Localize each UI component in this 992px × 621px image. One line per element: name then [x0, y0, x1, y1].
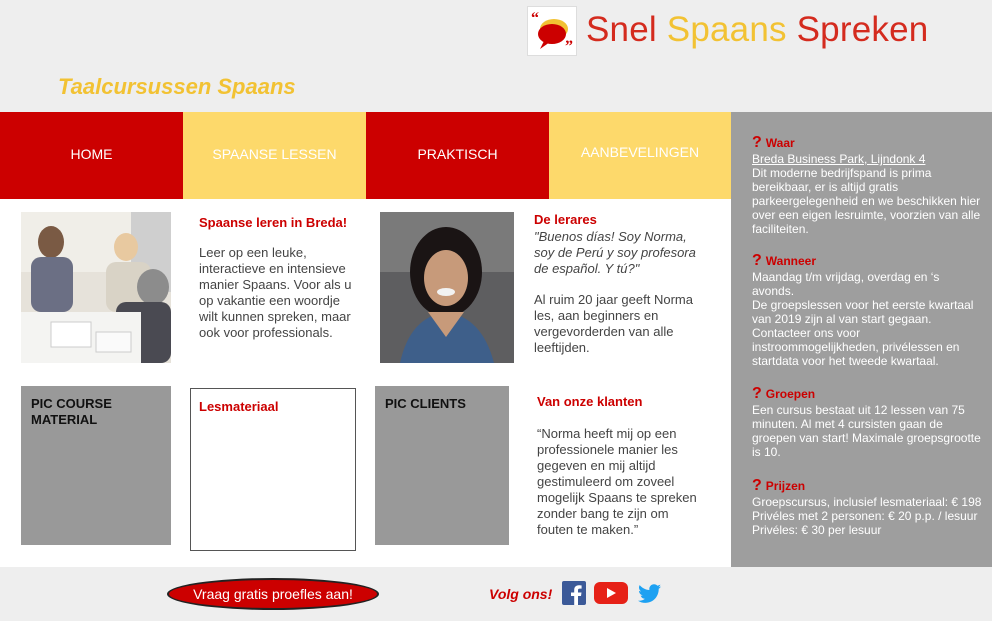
wanneer-section: ? Wanneer Maandag t/m vrijdag, overdag en…	[752, 252, 984, 369]
header: “ ” Snel Spaans Spreken Taalcursussen Sp…	[0, 0, 992, 112]
question-mark-icon: ?	[752, 252, 762, 269]
wanneer-text-1: Maandag t/m vrijdag, overdag en ‘s avond…	[752, 270, 940, 298]
waar-heading: ? Waar	[752, 134, 984, 151]
prijzen-text-1: Groepscursus, inclusief lesmateriaal: € …	[752, 495, 982, 509]
breda-text: Leer op een leuke, interactieve en inten…	[199, 245, 352, 340]
site-tagline: Taalcursussen Spaans	[58, 74, 296, 99]
facebook-icon[interactable]	[562, 581, 586, 605]
prijzen-text-3: Privéles: € 30 per lesuur	[752, 523, 882, 537]
follow-us-label: Volg ons!	[489, 586, 553, 602]
clients-title: Van onze klanten	[537, 394, 643, 409]
clients-placeholder: PIC CLIENTS	[375, 386, 509, 545]
youtube-icon[interactable]	[594, 581, 628, 605]
logo-speech-bubble-icon[interactable]: “ ”	[527, 6, 577, 56]
wanneer-heading: ? Wanneer	[752, 252, 984, 269]
nav-label: PRAKTISCH	[417, 146, 498, 162]
twitter-icon[interactable]	[638, 581, 662, 605]
teacher-title: De lerares	[534, 212, 597, 227]
nav-item-aanbevelingen[interactable]: AANBEVELINGEN	[549, 112, 731, 199]
classroom-photo	[21, 212, 171, 363]
teacher-quote: "Buenos días! Soy Norma, soy de Perú y s…	[534, 229, 696, 276]
main-nav: HOME SPAANSE LESSEN PRAKTISCH AANBEVELIN…	[0, 112, 731, 199]
lesmateriaal-box[interactable]: Lesmateriaal	[190, 388, 356, 551]
free-trial-button[interactable]: Vraag gratis proefles aan!	[167, 578, 379, 610]
waar-address-link[interactable]: Breda Business Park, Lijndonk 4	[752, 152, 984, 166]
svg-text:“: “	[531, 10, 539, 27]
question-mark-icon: ?	[752, 385, 762, 402]
footer: Vraag gratis proefles aan! Volg ons!	[0, 567, 992, 621]
logo-word-spreken: Spreken	[796, 10, 929, 49]
nav-label: AANBEVELINGEN	[580, 144, 700, 160]
question-mark-icon: ?	[752, 477, 762, 494]
waar-text: Dit moderne bedrijfspand is prima bereik…	[752, 166, 981, 236]
prijzen-title: Prijzen	[765, 479, 806, 493]
prijzen-text-2: Privéles met 2 personen: € 20 p.p. / les…	[752, 509, 978, 523]
logo-text[interactable]: Snel Spaans Spreken	[586, 10, 928, 50]
waar-section: ? Waar Breda Business Park, Lijndonk 4 Di…	[752, 134, 984, 237]
info-sidebar: ? Waar Breda Business Park, Lijndonk 4 Di…	[731, 112, 992, 567]
prijzen-heading: ? Prijzen	[752, 477, 984, 494]
breda-title: Spaanse leren in Breda!	[199, 215, 348, 230]
waar-title: Waar	[765, 136, 795, 150]
clients-quote: “Norma heeft mij op een professionele ma…	[537, 426, 697, 537]
wanneer-title: Wanneer	[765, 254, 817, 268]
wanneer-text-3: Contacteer ons voor instroommogelijkhede…	[752, 326, 960, 368]
teacher-text: Al ruim 20 jaar geeft Norma les, aan beg…	[534, 292, 693, 355]
nav-label: HOME	[70, 146, 113, 162]
lesmateriaal-title: Lesmateriaal	[199, 399, 279, 414]
main-content: Spaanse leren in Breda! Leer op een leuk…	[0, 199, 731, 567]
groepen-title: Groepen	[765, 387, 816, 401]
nav-item-praktisch[interactable]: PRAKTISCH	[366, 112, 549, 199]
groepen-section: ? Groepen Een cursus bestaat uit 12 lesse…	[752, 385, 984, 460]
nav-item-home[interactable]: HOME	[0, 112, 183, 199]
logo-word-spaans: Spaans	[666, 10, 787, 49]
wanneer-text-2: De groepslessen voor het eerste kwartaal…	[752, 298, 974, 326]
logo-word-snel: Snel	[586, 10, 657, 49]
groepen-heading: ? Groepen	[752, 385, 984, 402]
prijzen-section: ? Prijzen Groepscursus, inclusief lesmate…	[752, 477, 984, 538]
nav-item-spaanse-lessen[interactable]: SPAANSE LESSEN	[183, 112, 366, 199]
groepen-text: Een cursus bestaat uit 12 lessen van 75 …	[752, 403, 981, 459]
course-material-placeholder: PIC COURSE MATERIAL	[21, 386, 171, 545]
question-mark-icon: ?	[752, 134, 762, 151]
nav-label: SPAANSE LESSEN	[212, 146, 337, 162]
teacher-photo	[380, 212, 514, 363]
svg-text:”: ”	[565, 38, 573, 55]
